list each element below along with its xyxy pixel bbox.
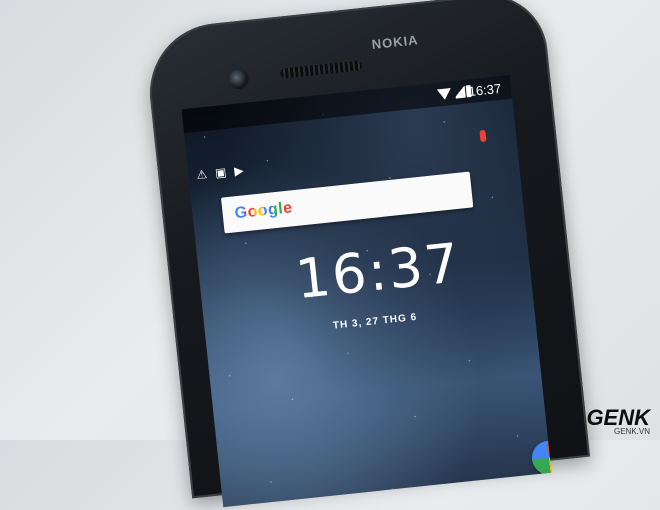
mic-icon[interactable] [479,129,487,143]
image-icon: ▣ [214,165,228,181]
signal-icon [454,85,466,99]
watermark: GENK GENK.VN [586,405,650,436]
phone-screen: 16:37 ⚠ ▣ ▶ Google 16:37 TH 3, 27 THG 6 [181,74,552,508]
photo-scene: NOKIA 16:37 ⚠ ▣ ▶ Google 16:37 TH 3, 27 … [0,0,660,508]
phone-body: NOKIA 16:37 ⚠ ▣ ▶ Google 16:37 TH 3, 27 … [143,0,591,508]
earpiece-grille [279,60,363,79]
brand-logo: NOKIA [370,32,420,53]
front-camera [227,68,250,91]
warning-icon: ⚠ [195,167,208,183]
play-icon: ▶ [233,163,245,179]
google-logo: Google [233,199,294,223]
wifi-icon [436,88,452,101]
status-time: 16:37 [467,80,502,100]
